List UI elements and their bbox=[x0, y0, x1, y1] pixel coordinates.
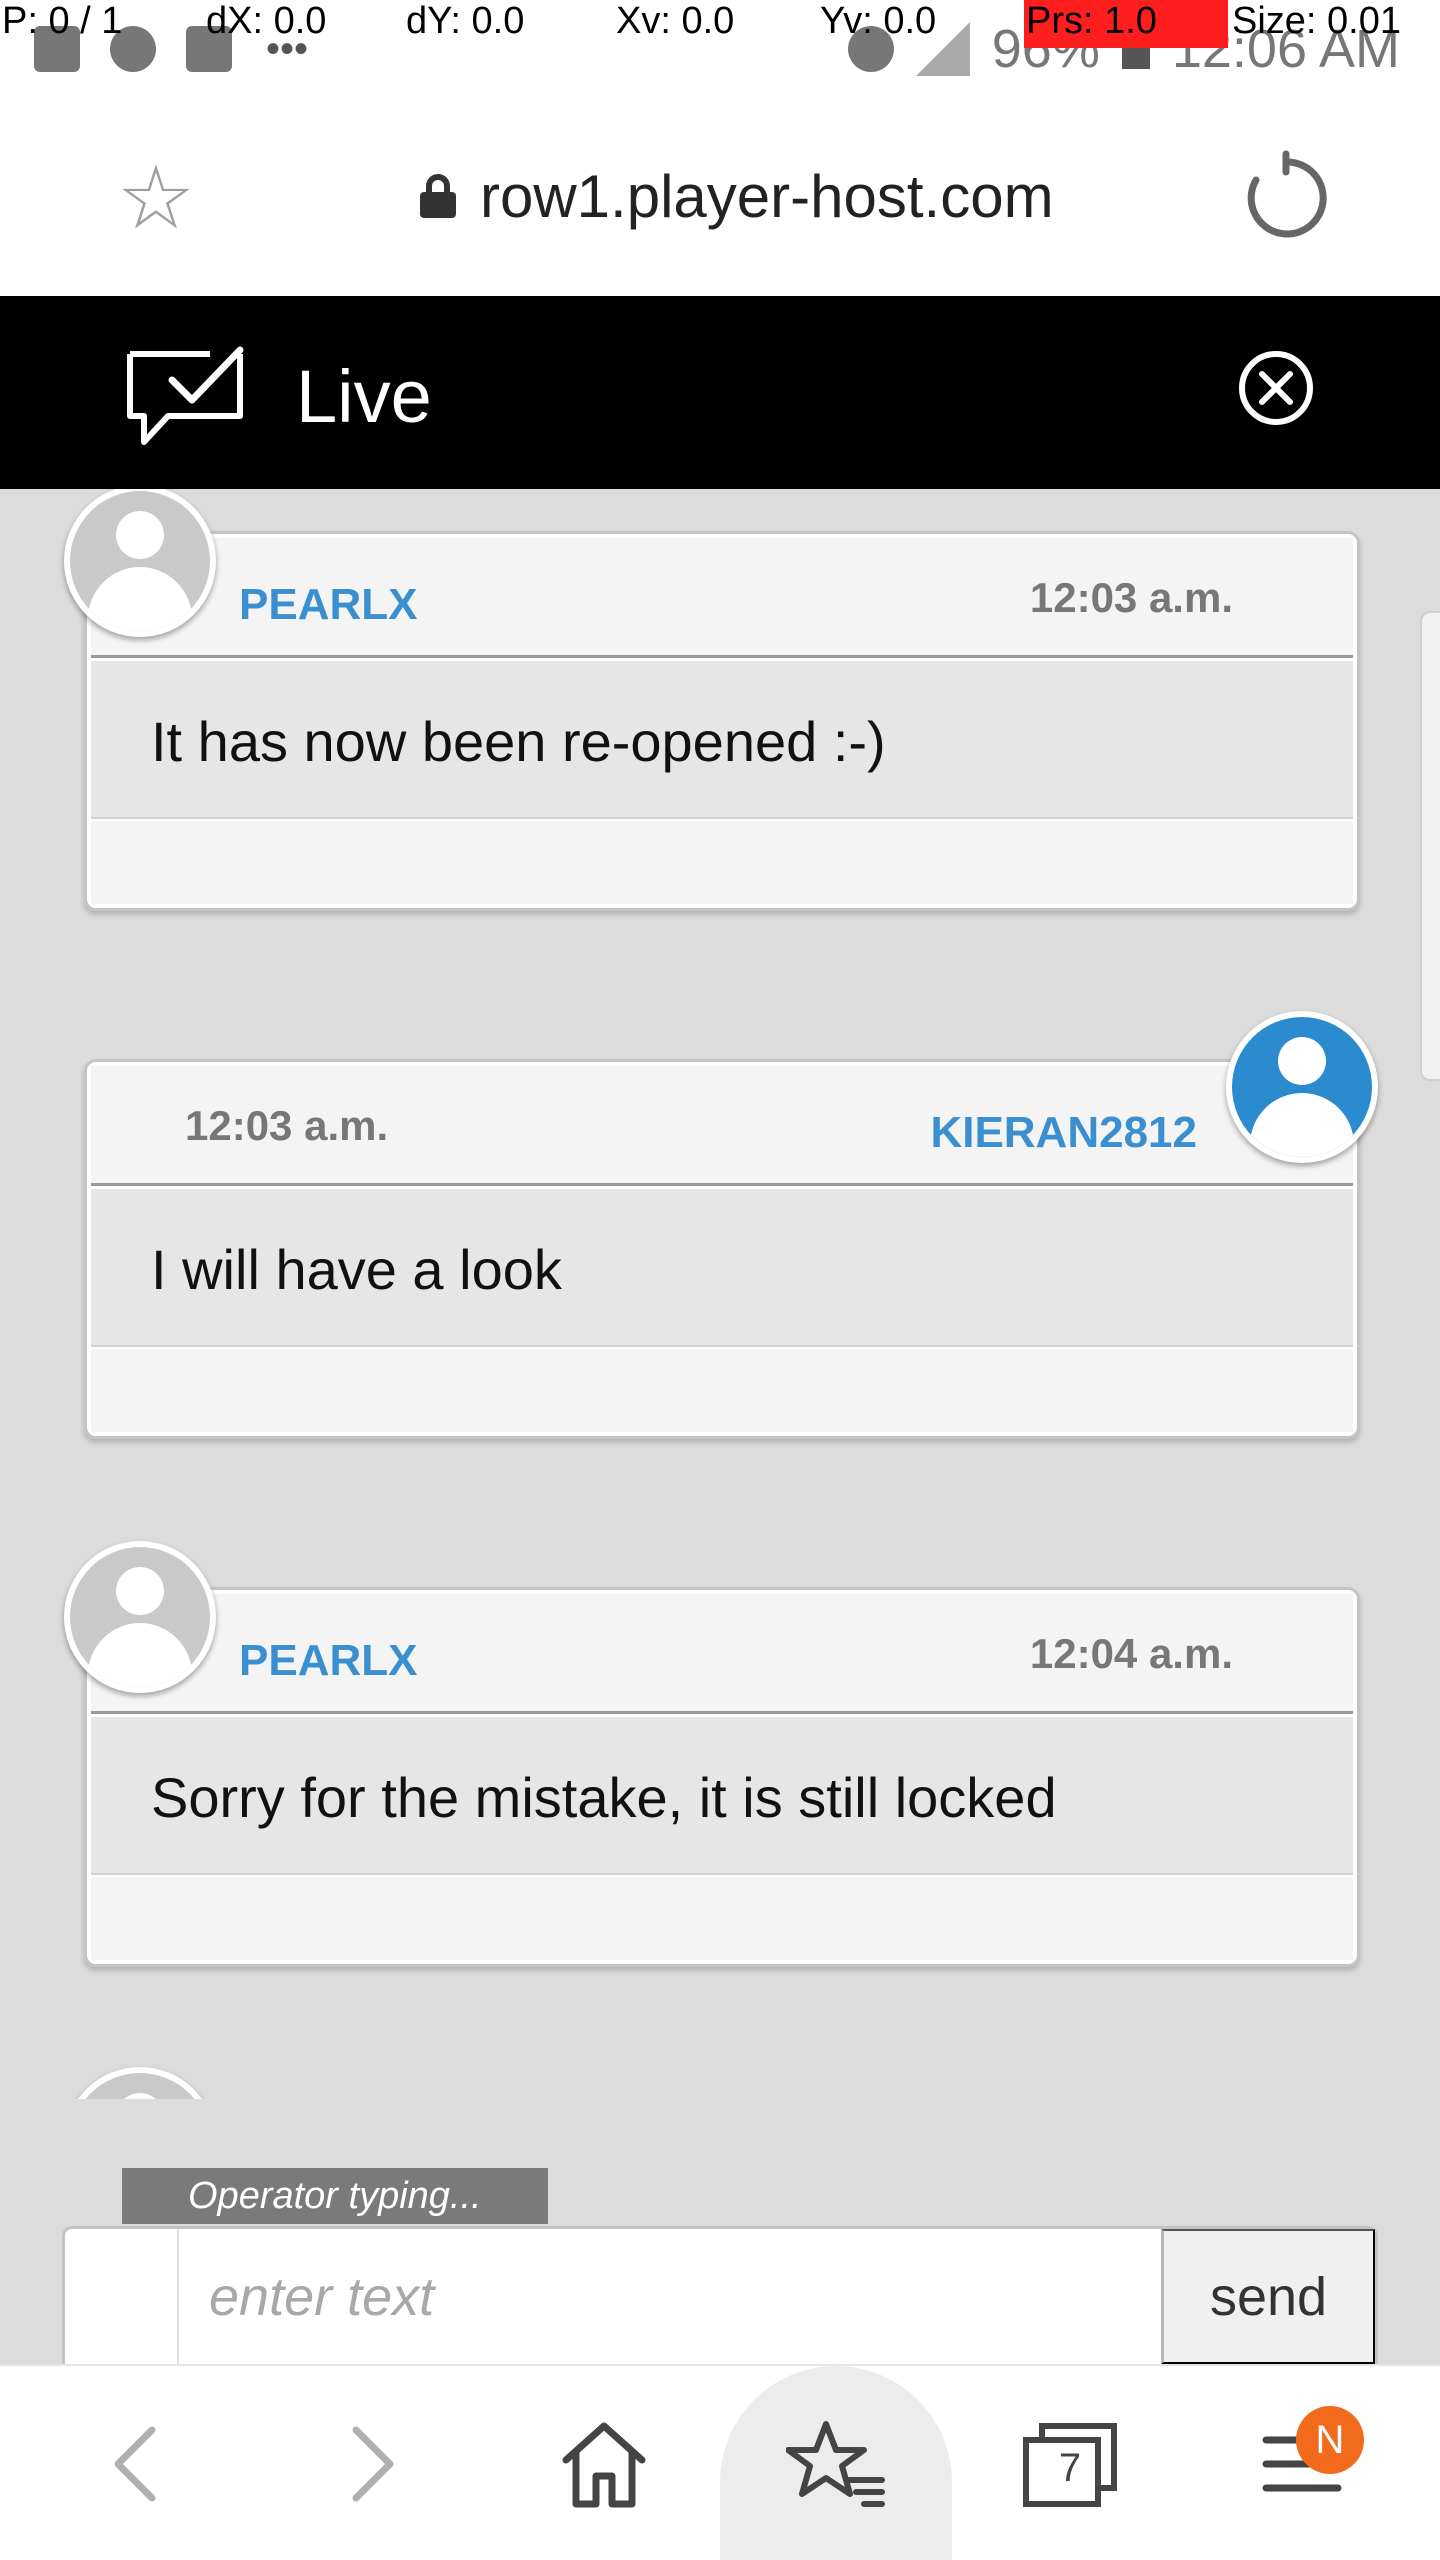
message-time: 12:03 a.m. bbox=[1029, 574, 1233, 621]
message-composer: send bbox=[62, 2226, 1378, 2364]
debug-pressure: Prs: 1.0 bbox=[1026, 0, 1157, 42]
chat-title: Live bbox=[296, 355, 432, 438]
avatar-icon bbox=[1226, 1011, 1378, 1163]
debug-xv: Xv: 0.0 bbox=[616, 0, 735, 42]
message-body: Sorry for the mistake, it is still locke… bbox=[91, 1717, 1353, 1875]
message-body: I will have a look bbox=[91, 1189, 1353, 1347]
lock-icon bbox=[420, 174, 456, 218]
message-username: PEARLX bbox=[239, 1636, 418, 1685]
chat-header: Live bbox=[0, 296, 1440, 489]
url-field[interactable]: row1.player-host.com bbox=[420, 156, 1054, 236]
pointer-debug-overlay: P: 0 / 1 dX: 0.0 dY: 0.0 Xv: 0.0 Yv: 0.0… bbox=[0, 0, 1440, 48]
message-footer bbox=[91, 821, 1353, 904]
tabs-count: 7 bbox=[1058, 2446, 1082, 2490]
scrollbar-thumb[interactable] bbox=[1420, 611, 1440, 1081]
message-body: It has now been re-opened :-) bbox=[91, 661, 1353, 819]
home-icon[interactable] bbox=[554, 2414, 654, 2514]
chat-message: PEARLX 12:04 a.m. Sorry for the mistake,… bbox=[84, 1587, 1360, 1967]
typing-indicator: Operator typing... bbox=[122, 2168, 548, 2224]
url-text: row1.player-host.com bbox=[480, 162, 1054, 230]
close-chat-button[interactable] bbox=[1236, 348, 1316, 428]
browser-bottom-nav: 7 N bbox=[0, 2364, 1440, 2560]
chat-message: PEARLX 12:03 a.m. It has now been re-ope… bbox=[84, 531, 1360, 911]
bookmarks-star-icon[interactable] bbox=[785, 2414, 886, 2514]
message-text: It has now been re-opened :-) bbox=[151, 710, 886, 773]
avatar-icon bbox=[64, 2067, 216, 2099]
send-button[interactable]: send bbox=[1161, 2229, 1375, 2364]
debug-size: Size: 0.01 bbox=[1232, 0, 1401, 42]
message-time: 12:03 a.m. bbox=[185, 1102, 389, 1149]
back-icon[interactable] bbox=[86, 2414, 186, 2514]
avatar-icon bbox=[64, 1541, 216, 1693]
message-input[interactable] bbox=[181, 2229, 1221, 2364]
message-header: 12:03 a.m. KIERAN2812 bbox=[91, 1066, 1353, 1186]
debug-dx: dX: 0.0 bbox=[206, 0, 327, 42]
chat-check-icon bbox=[124, 344, 246, 450]
message-time: 12:04 a.m. bbox=[1029, 1630, 1233, 1677]
message-text: Sorry for the mistake, it is still locke… bbox=[151, 1766, 1057, 1829]
chat-messages[interactable]: PEARLX 12:03 a.m. It has now been re-ope… bbox=[0, 489, 1440, 2099]
debug-pointer-count: P: 0 / 1 bbox=[2, 0, 123, 42]
chat-message: 12:03 a.m. KIERAN2812 I will have a look bbox=[84, 1059, 1360, 1439]
message-footer bbox=[91, 1349, 1353, 1432]
message-footer bbox=[91, 1877, 1353, 1960]
debug-dy: dY: 0.0 bbox=[406, 0, 525, 42]
debug-yv: Yv: 0.0 bbox=[820, 0, 937, 42]
reload-icon[interactable] bbox=[1238, 150, 1334, 246]
composer-left-cell bbox=[65, 2229, 179, 2364]
notification-badge: N bbox=[1296, 2406, 1364, 2474]
message-header: PEARLX 12:04 a.m. bbox=[91, 1594, 1353, 1714]
avatar-icon bbox=[64, 489, 216, 637]
message-text: I will have a look bbox=[151, 1238, 562, 1301]
message-username: PEARLX bbox=[239, 580, 418, 629]
message-username: KIERAN2812 bbox=[930, 1108, 1197, 1157]
address-bar: ☆ row1.player-host.com bbox=[0, 96, 1440, 296]
forward-icon[interactable] bbox=[322, 2414, 422, 2514]
message-header: PEARLX 12:03 a.m. bbox=[91, 538, 1353, 658]
bookmark-star-icon[interactable]: ☆ bbox=[112, 154, 200, 242]
